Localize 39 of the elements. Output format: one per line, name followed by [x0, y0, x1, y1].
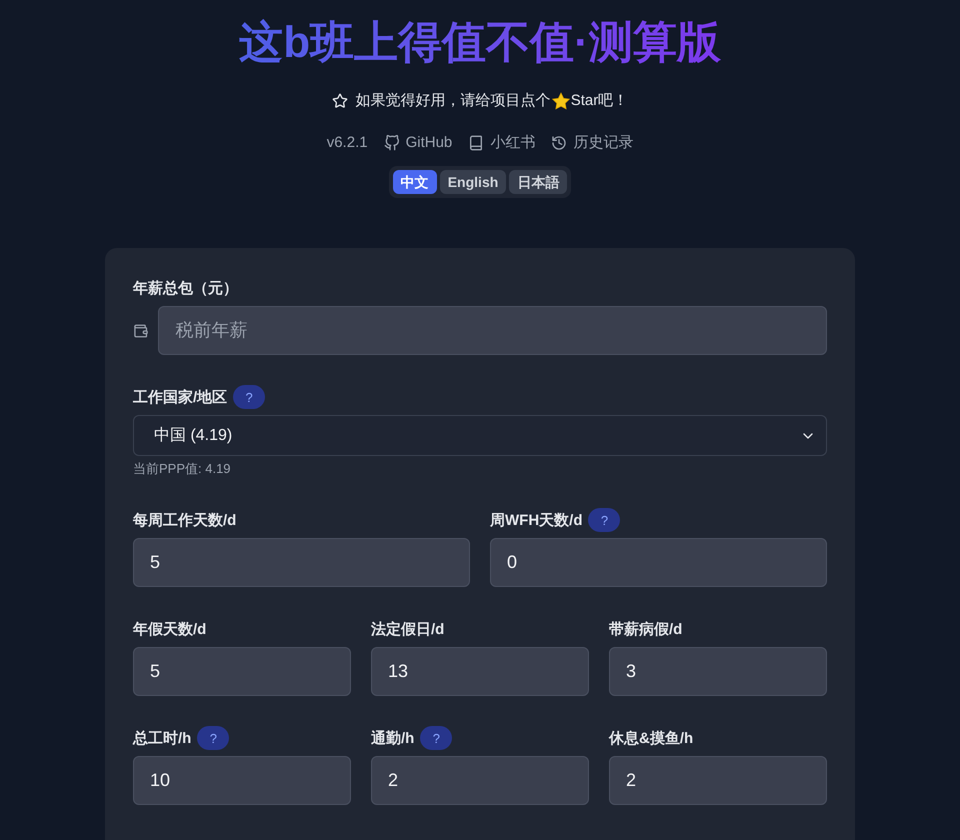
number-input[interactable]: 3: [609, 647, 827, 696]
help-button[interactable]: ?: [420, 726, 452, 750]
number-input[interactable]: 10: [133, 756, 351, 805]
github-link[interactable]: GitHub: [384, 132, 452, 154]
ppp-hint: 当前PPP值: 4.19: [133, 460, 232, 478]
history-link[interactable]: 历史记录: [551, 132, 634, 154]
number-input[interactable]: 13: [371, 647, 589, 696]
field-label: 工作国家/地区: [133, 388, 228, 406]
language-button[interactable]: 中文: [392, 170, 437, 194]
language-button[interactable]: 日本語: [509, 170, 568, 194]
field-label: 年薪总包（元）: [133, 278, 238, 298]
country-select[interactable]: 中国 (4.19): [133, 415, 827, 456]
star-prompt-link[interactable]: 如果觉得好用，请给项目点个 Star吧！: [332, 90, 628, 112]
book-icon: [468, 135, 484, 151]
field-label: 周WFH天数/d: [490, 510, 582, 530]
field-label: 带薪病假/d: [609, 620, 682, 638]
book-link[interactable]: 小红书: [468, 132, 536, 154]
help-button[interactable]: ?: [197, 726, 230, 750]
number-input[interactable]: 5: [133, 538, 470, 587]
help-button[interactable]: ?: [233, 385, 266, 409]
number-input[interactable]: 5: [133, 647, 351, 696]
number-input[interactable]: 2: [609, 756, 827, 805]
field-label: 法定假日/d: [371, 620, 444, 638]
salary-input[interactable]: 税前年薪: [158, 306, 827, 355]
history-icon: [551, 135, 568, 151]
field-label: 通勤/h: [371, 728, 414, 748]
github-icon: [384, 135, 400, 151]
star-icon: [552, 92, 570, 110]
version-text: v6.2.1: [326, 133, 368, 153]
number-input[interactable]: 2: [371, 756, 589, 805]
help-button[interactable]: ?: [588, 508, 620, 532]
field-label: 每周工作天数/d: [133, 510, 236, 530]
star-outline-icon: [332, 93, 348, 109]
language-button[interactable]: English: [440, 170, 506, 194]
field-label: 年假天数/d: [133, 620, 206, 638]
wallet-icon: [133, 322, 148, 338]
number-input[interactable]: 0: [490, 538, 827, 587]
field-label: 休息&摸鱼/h: [609, 728, 694, 748]
field-label: 总工时/h: [133, 728, 192, 748]
